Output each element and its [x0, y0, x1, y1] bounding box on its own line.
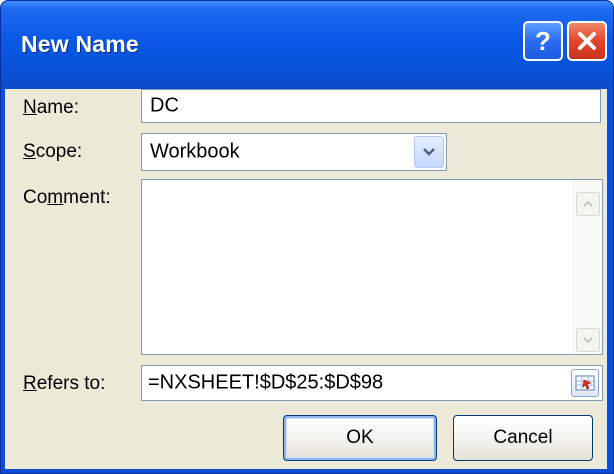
- help-button[interactable]: ?: [523, 21, 563, 61]
- comment-textarea[interactable]: [141, 179, 603, 355]
- refers-to-label: Refers to:: [23, 373, 106, 394]
- close-icon: [578, 32, 596, 50]
- dialog-body: Name: DC Scope: Workbook Comment: Refers…: [5, 89, 607, 469]
- name-input[interactable]: DC: [141, 89, 601, 123]
- help-icon: ?: [535, 25, 551, 56]
- name-input-value: DC: [150, 94, 179, 117]
- cancel-button[interactable]: Cancel: [453, 415, 593, 461]
- scope-select[interactable]: Workbook: [141, 133, 447, 171]
- ok-button[interactable]: OK: [283, 415, 437, 461]
- range-collapse-button[interactable]: [571, 369, 599, 397]
- new-name-dialog: New Name ? Name: DC Scope: Workbook Comm…: [0, 0, 614, 474]
- close-button[interactable]: [567, 21, 607, 61]
- scroll-up-icon: [583, 200, 593, 207]
- range-collapse-icon: [575, 375, 595, 391]
- refers-to-value: =NXSHEET!$D$25:$D$98: [148, 371, 384, 394]
- scroll-up-button[interactable]: [576, 192, 600, 216]
- scope-select-value: Workbook: [150, 140, 240, 163]
- title-bar[interactable]: New Name ?: [1, 1, 613, 89]
- window-title: New Name: [21, 31, 139, 57]
- scroll-down-button[interactable]: [576, 328, 600, 352]
- chevron-down-icon: [423, 148, 435, 156]
- scroll-down-icon: [583, 337, 593, 344]
- comment-label: Comment:: [23, 187, 111, 208]
- refers-to-input[interactable]: =NXSHEET!$D$25:$D$98: [141, 365, 603, 401]
- comment-scrollbar[interactable]: [573, 180, 602, 354]
- scope-label: Scope:: [23, 141, 83, 162]
- scope-dropdown-button[interactable]: [414, 136, 444, 168]
- name-label: Name:: [23, 97, 79, 118]
